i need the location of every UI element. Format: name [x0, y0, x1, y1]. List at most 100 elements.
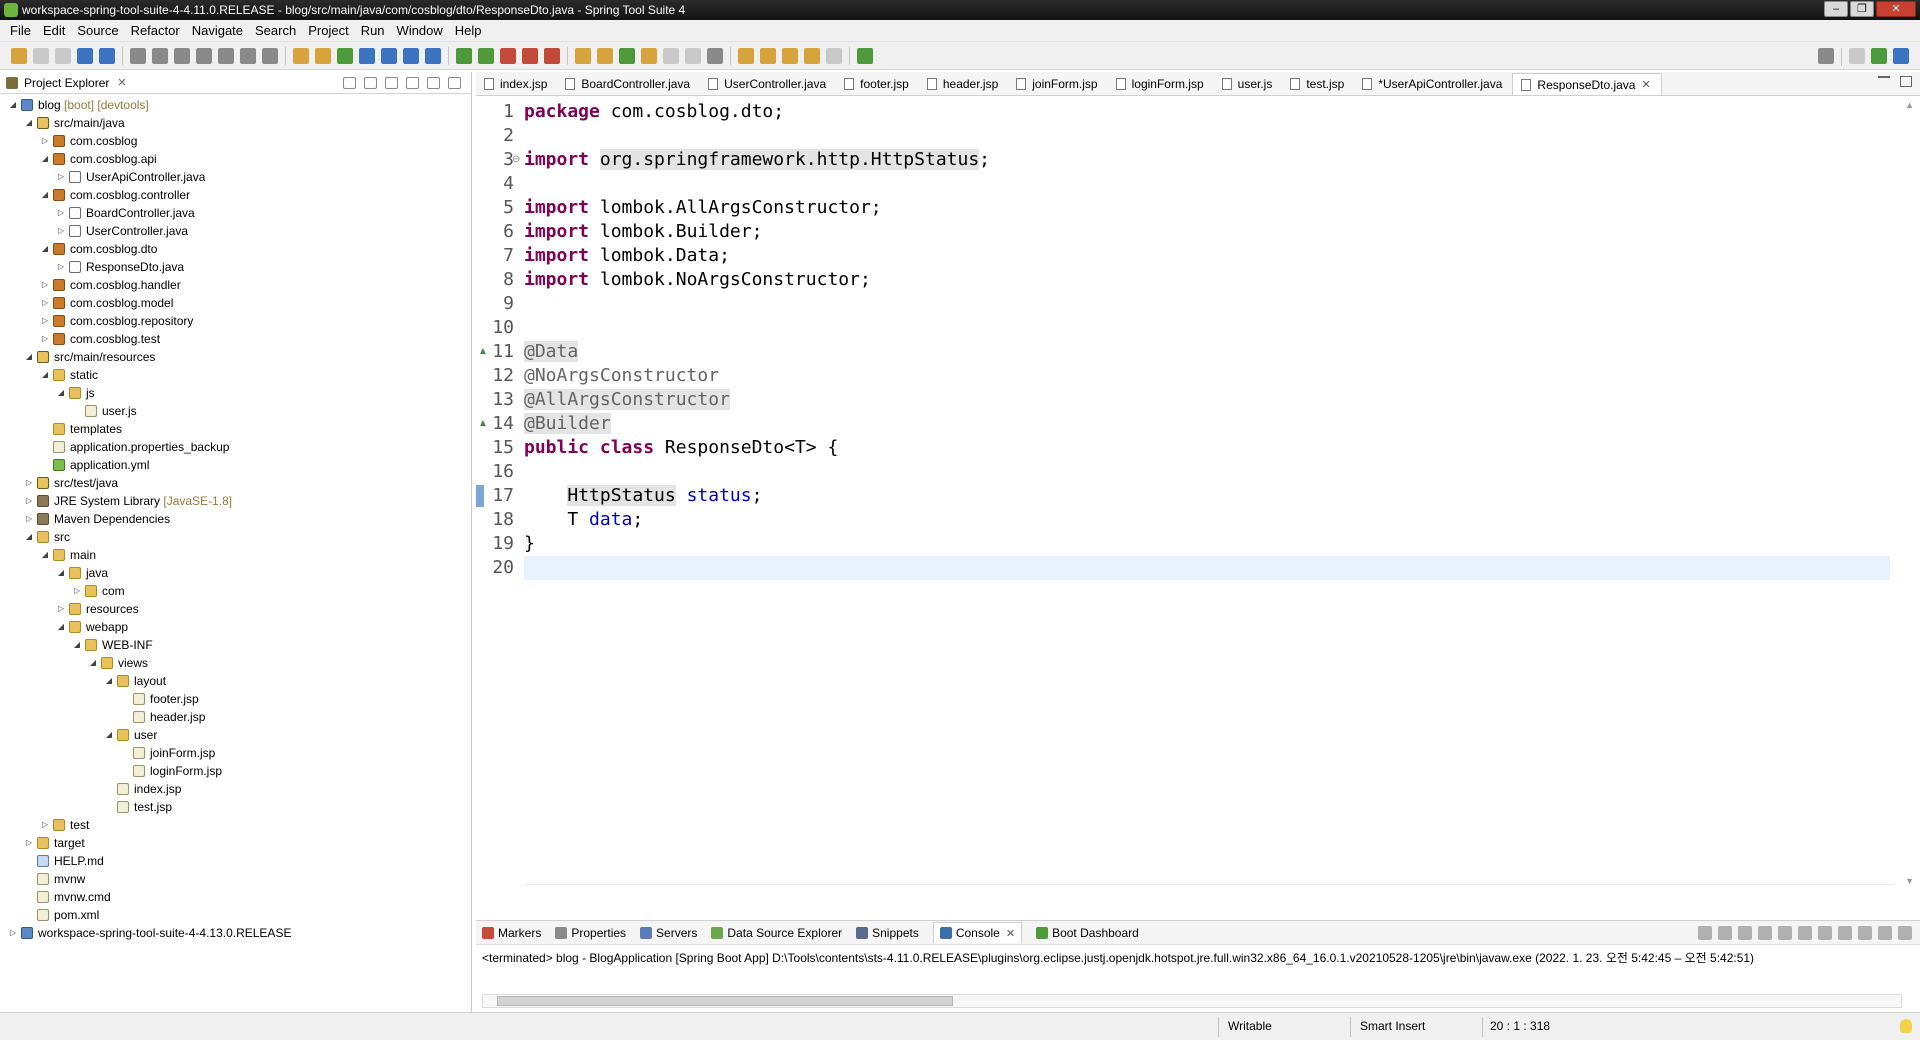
bottom-tab[interactable]: Data Source Explorer [711, 926, 842, 940]
last-edit-location-icon[interactable] [782, 47, 798, 64]
expanded-icon[interactable]: ◢ [24, 528, 34, 546]
vertical-scrollbar[interactable]: ▲ ▼ [1900, 96, 1914, 886]
status-insert-mode[interactable]: Smart Insert [1360, 1019, 1425, 1033]
expanded-icon[interactable]: ◢ [40, 240, 50, 258]
minimize-icon[interactable] [1878, 926, 1892, 940]
expanded-icon[interactable]: ◢ [88, 654, 98, 672]
tree-item[interactable]: HELP.md [0, 852, 472, 870]
tree-item[interactable]: ▷ Maven Dependencies [0, 510, 472, 528]
editor-tab[interactable]: footer.jsp [836, 73, 919, 95]
toggle-mark-occurrences-icon[interactable] [641, 47, 657, 64]
editor-tab[interactable]: BoardController.java [557, 73, 700, 95]
expanded-icon[interactable]: ◢ [104, 726, 114, 744]
minimize-window-button[interactable]: ‒ [1824, 1, 1848, 17]
debug-icon[interactable] [456, 47, 472, 64]
expanded-icon[interactable]: ◢ [72, 636, 82, 654]
tree-item[interactable]: ▷ com.cosblog.repository [0, 312, 472, 330]
collapse-all-icon[interactable] [343, 77, 356, 89]
debug-perspective-icon[interactable] [1893, 48, 1909, 64]
tree-item[interactable]: ▷ workspace-spring-tool-suite-4-4.13.0.RE… [0, 924, 472, 942]
expanded-icon[interactable]: ◢ [40, 366, 50, 384]
task-icon[interactable] [597, 47, 613, 64]
expanded-icon[interactable]: ◢ [24, 114, 34, 132]
tree-item[interactable]: templates [0, 420, 472, 438]
tree-item[interactable]: joinForm.jsp [0, 744, 472, 762]
minimize-icon[interactable] [427, 77, 440, 89]
collapsed-icon[interactable]: ▷ [72, 582, 82, 600]
tree-item[interactable]: ▷ src/test/java [0, 474, 472, 492]
collapsed-icon[interactable]: ▷ [56, 168, 66, 186]
save-all-icon[interactable] [55, 47, 71, 64]
bottom-tab[interactable]: Console ✕ [932, 922, 1023, 943]
fold-icon[interactable]: ⊖ [512, 154, 520, 165]
collapsed-icon[interactable]: ▷ [24, 510, 34, 528]
terminal-icon[interactable] [77, 47, 93, 64]
tree-item[interactable]: ◢ webapp [0, 618, 472, 636]
close-window-button[interactable]: ✕ [1876, 1, 1916, 17]
back-icon[interactable] [804, 47, 820, 64]
remove-all-icon[interactable] [1758, 926, 1772, 940]
boot-icon[interactable] [315, 47, 331, 64]
tree-item[interactable]: ◢ js [0, 384, 472, 402]
tree-item[interactable]: ◢ static [0, 366, 472, 384]
search-files-icon[interactable] [99, 47, 115, 64]
maximize-icon[interactable] [1900, 76, 1912, 87]
step-into-icon[interactable] [218, 47, 234, 64]
annotation-icon[interactable] [619, 47, 635, 64]
editor-tab[interactable]: index.jsp [476, 73, 557, 95]
open-perspective-icon[interactable] [1849, 48, 1865, 64]
link-with-editor-icon[interactable] [364, 77, 377, 89]
tree-item[interactable]: ▷ UserController.java [0, 222, 472, 240]
new-spring-project-icon[interactable] [359, 47, 375, 64]
editor-tab[interactable]: ResponseDto.java ✕ [1512, 73, 1662, 95]
close-icon[interactable]: ✕ [1006, 927, 1015, 940]
collapsed-icon[interactable]: ▷ [24, 492, 34, 510]
new-icon[interactable] [11, 47, 27, 64]
menu-navigate[interactable]: Navigate [186, 23, 249, 38]
editor-tab[interactable]: user.js [1214, 73, 1283, 95]
forward-icon[interactable] [826, 47, 842, 64]
save-icon[interactable] [33, 47, 49, 64]
skip-breakpoints-icon[interactable] [293, 47, 309, 64]
open-type-icon[interactable] [381, 47, 397, 64]
filter-icon[interactable] [385, 77, 398, 89]
minimize-icon[interactable] [1878, 76, 1890, 87]
scroll-down-icon[interactable]: ▼ [1905, 876, 1914, 886]
remove-launch-icon[interactable] [1738, 926, 1752, 940]
editor-tab[interactable]: *UserApiController.java [1354, 73, 1512, 95]
tree-item[interactable]: ▷ com.cosblog.handler [0, 276, 472, 294]
pin-editor-icon[interactable] [857, 47, 873, 64]
spring-boot-icon[interactable] [337, 47, 353, 64]
bottom-tab[interactable]: Snippets [856, 926, 919, 940]
menu-file[interactable]: File [4, 23, 37, 38]
editor-tab[interactable]: UserController.java [700, 73, 836, 95]
tree-item[interactable]: ◢ user [0, 726, 472, 744]
tree-item[interactable]: user.js [0, 402, 472, 420]
expanded-icon[interactable]: ◢ [24, 348, 34, 366]
open-folder-icon[interactable] [575, 47, 591, 64]
tree-item[interactable]: loginForm.jsp [0, 762, 472, 780]
tree-item[interactable]: ▷ resources [0, 600, 472, 618]
menu-refactor[interactable]: Refactor [125, 23, 186, 38]
editor-tab[interactable]: joinForm.jsp [1008, 73, 1107, 95]
menu-project[interactable]: Project [302, 23, 354, 38]
lightbulb-icon[interactable] [1900, 1019, 1912, 1033]
block-selection-icon[interactable] [663, 47, 679, 64]
expanded-icon[interactable]: ◢ [40, 186, 50, 204]
tree-item[interactable]: application.yml [0, 456, 472, 474]
tree-item[interactable]: ▷ com.cosblog.model [0, 294, 472, 312]
collapsed-icon[interactable]: ▷ [24, 474, 34, 492]
word-wrap-icon[interactable] [1798, 926, 1812, 940]
tree-item[interactable]: ◢ blog [boot] [devtools] [0, 96, 472, 114]
menu-window[interactable]: Window [391, 23, 449, 38]
collapsed-icon[interactable]: ▷ [40, 276, 50, 294]
tree-item[interactable]: test.jsp [0, 798, 472, 816]
view-menu-icon[interactable] [406, 77, 419, 89]
spring-perspective-icon[interactable] [1871, 48, 1887, 64]
collapsed-icon[interactable]: ▷ [24, 834, 34, 852]
tree-item[interactable]: ◢ main [0, 546, 472, 564]
search-icon[interactable] [1818, 48, 1834, 64]
collapsed-icon[interactable]: ▷ [40, 816, 50, 834]
menu-run[interactable]: Run [355, 23, 391, 38]
tree-item[interactable]: ◢ src/main/resources [0, 348, 472, 366]
